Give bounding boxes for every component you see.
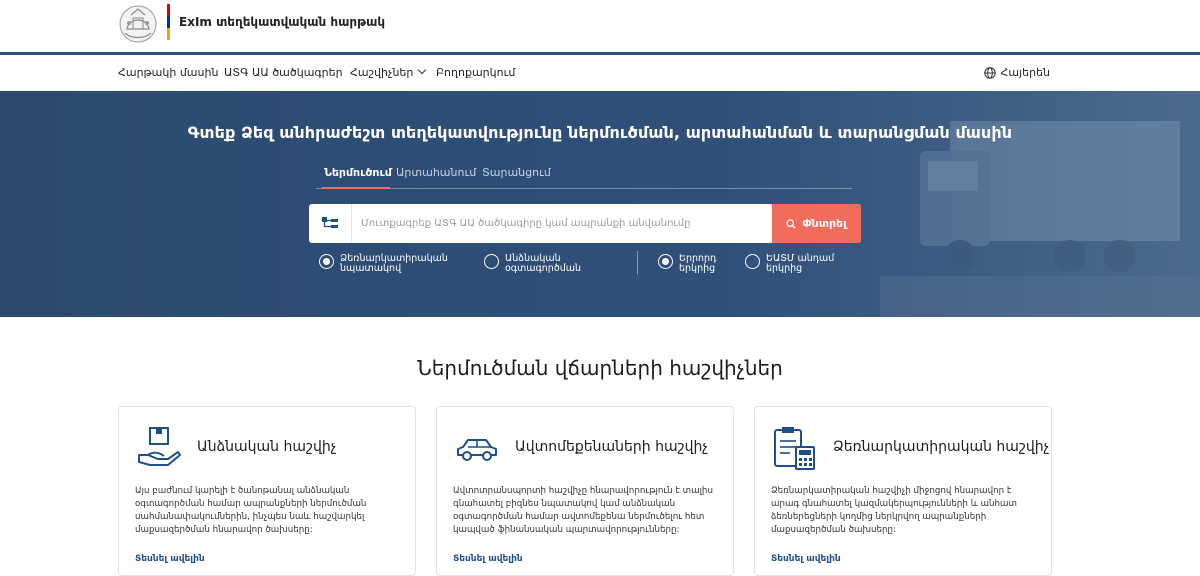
radio-eaeu-country[interactable]: ԵԱՏՄ անդամ երկրից: [745, 254, 846, 274]
card-description: Ձեռնարկատիրական հաշվիչի միջոցով հնարավոր…: [771, 486, 1017, 535]
radio-indicator: [745, 254, 760, 269]
radio-business-purpose[interactable]: Ձեռնարկատիրական նպատակով: [319, 254, 450, 274]
search-input[interactable]: [361, 204, 771, 243]
hero-title: Գտեք Ձեզ անհրաժեշտ տեղեկատվությունը ներմ…: [187, 123, 1013, 142]
card-title: Ավտոմեքենաների հաշվիչ: [515, 439, 708, 455]
calculator-card-personal[interactable]: Անձնական հաշվիչ Այս բաժնում կարելի է ծան…: [118, 406, 416, 576]
direction-tabs: Ներմուծում Արտահանում Տարանցում: [316, 159, 852, 189]
radio-label: Անձնական օգտագործման: [505, 253, 582, 274]
calculator-card-vehicles[interactable]: Ավտոմեքենաների հաշվիչ Ավտոտրանսպորտի հաշ…: [436, 406, 734, 576]
nav-item-calculators[interactable]: Հաշվիչներ: [350, 65, 427, 79]
radio-group-divider: [637, 251, 638, 274]
section-title: Ներմուծման վճարների հաշվիչներ: [417, 356, 783, 380]
search-button-label: Փնտրել: [802, 217, 847, 230]
flag-stripe-blue: [167, 16, 170, 28]
radio-indicator: [484, 254, 499, 269]
nav-item-codes[interactable]: ԱՏԳ ԱԱ ծածկագրեր: [224, 66, 343, 79]
tab-export[interactable]: Արտահանում: [396, 166, 476, 179]
calculator-card-business[interactable]: Ձեռնարկատիրական հաշվիչ Ձեռնարկատիրական հ…: [754, 406, 1052, 576]
coat-of-arms-logo[interactable]: [117, 3, 159, 45]
nav-item-appeal[interactable]: Բողոքարկում: [436, 66, 515, 79]
card-description: Այս բաժնում կարելի է ծանոթանալ անձնական …: [135, 486, 367, 535]
radio-label: ԵԱՏՄ անդամ երկրից: [766, 253, 835, 274]
active-tab-indicator: [322, 187, 390, 189]
radio-label: Երրորդ երկրից: [679, 253, 717, 274]
tab-import[interactable]: Ներմուծում: [324, 166, 392, 179]
language-label: Հայերեն: [1000, 66, 1050, 79]
language-selector[interactable]: Հայերեն: [983, 66, 1050, 79]
radio-indicator: [658, 254, 673, 269]
radio-label: Ձեռնարկատիրական նպատակով: [340, 253, 448, 274]
card-title: Ձեռնարկատիրական հաշվիչ: [833, 439, 1050, 455]
main-nav: Հարթակի մասին ԱՏԳ ԱԱ ծածկագրեր Հաշվիչներ…: [0, 55, 1200, 91]
search-button[interactable]: Փնտրել: [772, 204, 861, 243]
globe-icon: [983, 66, 996, 79]
nav-item-about[interactable]: Հարթակի մասին: [118, 66, 218, 79]
hand-package-icon: [138, 427, 181, 466]
tab-transit[interactable]: Տարանցում: [482, 166, 551, 179]
clipboard-calculator-icon: [774, 427, 815, 470]
radio-third-country[interactable]: Երրորդ երկրից: [658, 254, 739, 274]
site-title[interactable]: ExIm տեղեկատվական հարթակ: [179, 15, 385, 29]
top-header: ExIm տեղեկատվական հարթակ: [0, 0, 1200, 52]
hero-banner: Գտեք Ձեզ անհրաժեշտ տեղեկատվությունը ներմ…: [0, 91, 1200, 317]
car-icon: [457, 439, 497, 461]
chevron-down-icon: [418, 65, 427, 75]
radio-indicator: [319, 254, 334, 269]
flag-stripe-red: [167, 4, 170, 16]
card-title: Անձնական հաշվիչ: [197, 439, 337, 455]
search-icon: [786, 218, 797, 229]
radio-personal-use[interactable]: Անձնական օգտագործման: [484, 254, 615, 274]
card-description: Ավտոտրանսպորտի հաշվիչը հնարավորություն է…: [453, 486, 713, 535]
tree-structure-icon: [322, 216, 338, 228]
flag-stripe-orange: [167, 28, 170, 40]
search-bar: Փնտրել: [309, 204, 861, 243]
code-tree-button[interactable]: [309, 204, 352, 243]
armenian-flag: [167, 4, 170, 40]
nav-item-calculators-label: Հաշվիչներ: [350, 66, 414, 79]
